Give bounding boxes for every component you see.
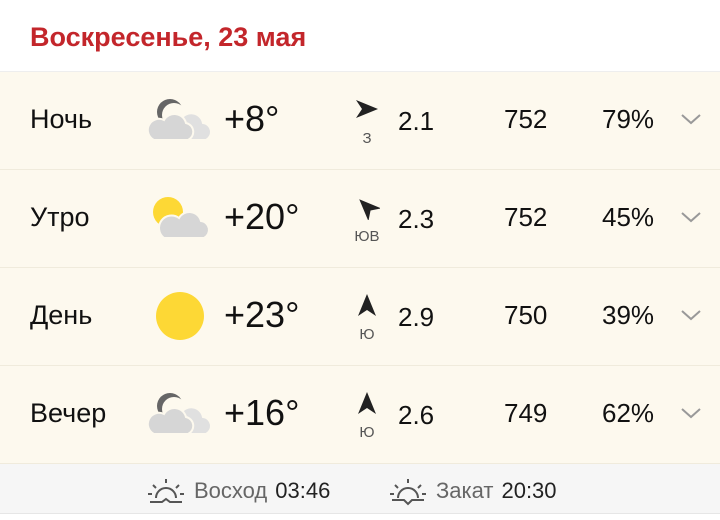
moon-cloud-icon <box>148 99 212 141</box>
sunrise-time: 03:46 <box>275 478 331 503</box>
chevron-down-icon[interactable] <box>680 210 702 224</box>
chevron-down-icon[interactable] <box>680 308 702 322</box>
day-part: Ночь <box>30 104 93 134</box>
sunrise: Восход 03:46 <box>146 476 330 506</box>
wind-arrow-icon <box>356 100 378 118</box>
sun-cloud-icon <box>153 197 210 239</box>
humidity: 79% <box>602 104 655 134</box>
sunset-label: Закат <box>436 478 494 503</box>
sunset-time: 20:30 <box>501 478 557 503</box>
wind-arrow-icon <box>358 392 376 414</box>
pressure: 749 <box>504 398 548 428</box>
forecast-row[interactable]: День +23° Ю 2.9 750 39% <box>0 268 720 366</box>
sunset-icon <box>390 479 426 506</box>
wind-speed: 2.1 <box>398 106 435 136</box>
sun-times: Восход 03:46 Закат 20:30 <box>0 464 720 514</box>
forecast-row[interactable]: Ночь +8° З 2.1 752 79% <box>0 72 720 170</box>
wind-direction: Ю <box>359 326 375 343</box>
wind-direction: З <box>362 130 372 147</box>
chevron-down-icon[interactable] <box>680 406 702 420</box>
wind-direction: Ю <box>359 424 375 441</box>
humidity: 39% <box>602 300 655 330</box>
chevron-down-icon[interactable] <box>680 112 702 126</box>
temperature: +23° <box>224 294 300 335</box>
humidity: 62% <box>602 398 655 428</box>
moon-cloud-icon <box>148 393 212 435</box>
wind-direction: ЮВ <box>354 228 380 245</box>
sunrise-label: Восход <box>194 478 268 503</box>
wind-arrow-icon <box>359 199 380 220</box>
forecast-row[interactable]: Вечер +16° Ю 2.6 749 62% <box>0 366 720 464</box>
sunset: Закат 20:30 <box>388 476 557 506</box>
day-part: Вечер <box>30 398 107 428</box>
temperature: +8° <box>224 98 280 139</box>
pressure: 752 <box>504 202 548 232</box>
wind-speed: 2.9 <box>398 302 435 332</box>
temperature: +16° <box>224 392 300 433</box>
sunrise-icon <box>148 479 184 503</box>
forecast-row[interactable]: Утро +20° ЮВ 2.3 752 45% <box>0 170 720 268</box>
wind-speed: 2.3 <box>398 204 435 234</box>
humidity: 45% <box>602 202 655 232</box>
wind-speed: 2.6 <box>398 400 435 430</box>
temperature: +20° <box>224 196 300 237</box>
sun-icon <box>156 292 204 340</box>
pressure: 750 <box>504 300 548 330</box>
pressure: 752 <box>504 104 548 134</box>
day-header: Воскресенье, 23 мая <box>0 0 720 72</box>
day-title: Воскресенье, 23 мая <box>30 22 307 52</box>
wind-arrow-icon <box>358 294 376 316</box>
day-part: День <box>30 300 93 330</box>
day-part: Утро <box>30 202 90 232</box>
